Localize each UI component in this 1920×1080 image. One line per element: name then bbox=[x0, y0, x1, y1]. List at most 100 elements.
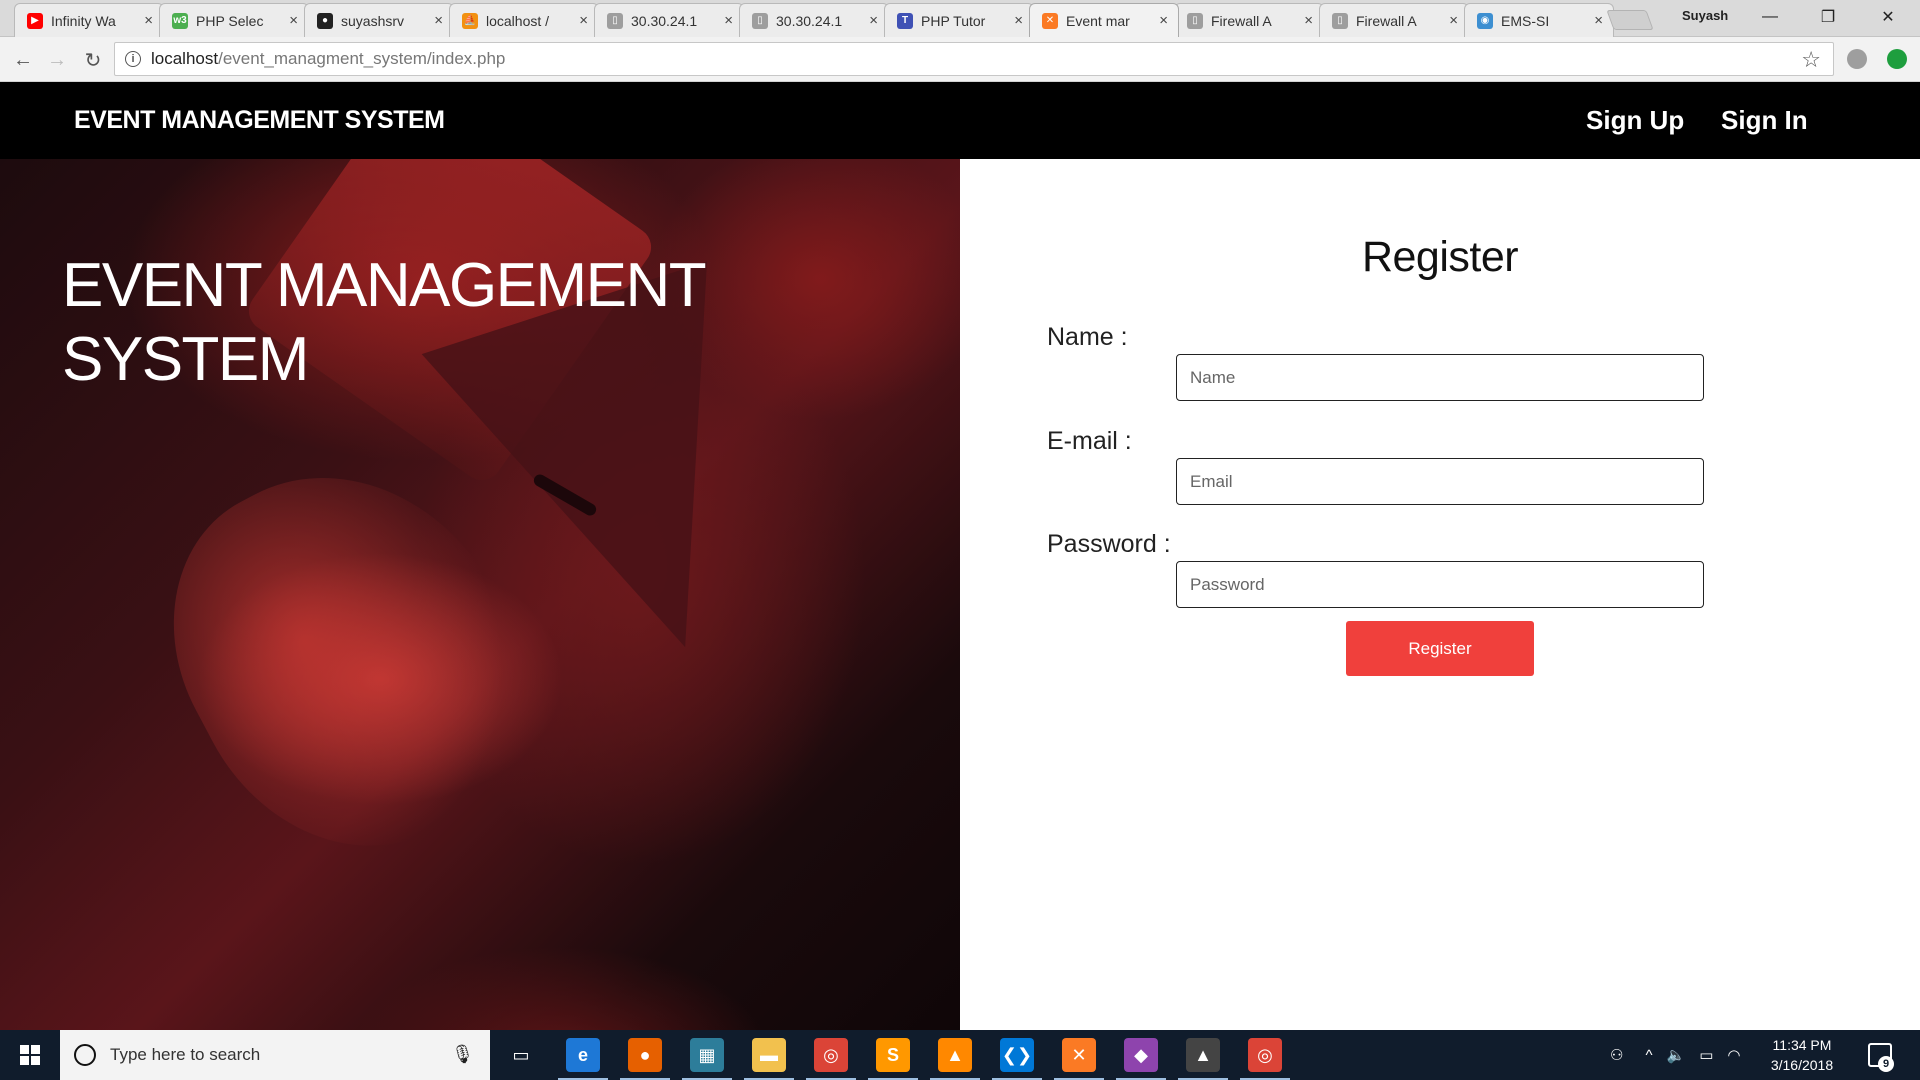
chrome-icon[interactable]: ◎ bbox=[1248, 1038, 1282, 1072]
register-heading: Register bbox=[1361, 233, 1519, 281]
tab-close-icon[interactable]: × bbox=[1304, 12, 1313, 29]
extension-update-icon[interactable] bbox=[1887, 49, 1907, 69]
tab-close-icon[interactable]: × bbox=[724, 12, 733, 29]
browser-tab[interactable]: ◉ EMS-SI × bbox=[1464, 3, 1614, 37]
tab-close-icon[interactable]: × bbox=[144, 12, 153, 29]
reload-button[interactable]: ↻ bbox=[78, 45, 108, 75]
git-icon[interactable]: ◆ bbox=[1124, 1038, 1158, 1072]
tutorial-icon: T bbox=[897, 12, 913, 29]
browser-tab[interactable]: w3 PHP Selec × bbox=[159, 3, 309, 37]
people-icon[interactable]: ⚇ bbox=[1610, 1046, 1623, 1064]
back-button[interactable]: ← bbox=[8, 45, 38, 75]
tab-title: suyashsrv bbox=[341, 12, 405, 29]
url-path: /event_managment_system/index.php bbox=[218, 49, 506, 68]
vscode-icon[interactable]: ❮❯ bbox=[1000, 1038, 1034, 1072]
tab-title: Firewall A bbox=[1211, 12, 1272, 29]
hero-image-panel: EVENT MANAGEMENT SYSTEM bbox=[0, 159, 960, 1030]
browser-tab[interactable]: ● suyashsrv × bbox=[304, 3, 454, 37]
tab-close-icon[interactable]: × bbox=[869, 12, 878, 29]
email-label: E-mail : bbox=[1047, 427, 1132, 455]
name-input[interactable] bbox=[1176, 354, 1704, 401]
sublime-icon[interactable]: S bbox=[876, 1038, 910, 1072]
xampp-icon: ✕ bbox=[1042, 12, 1058, 29]
tab-title: Event mar bbox=[1066, 12, 1130, 29]
github-icon: ● bbox=[317, 12, 333, 29]
tab-title: PHP Selec bbox=[196, 12, 264, 29]
task-view-icon[interactable]: ▭ bbox=[504, 1038, 538, 1072]
tab-close-icon[interactable]: × bbox=[579, 12, 588, 29]
register-panel: Register Name : E-mail : Password : Regi… bbox=[960, 159, 1920, 1030]
windows-taskbar: Type here to search 🎙 ▭ e ● ▦ ▬ ◎ S ▲ ❮❯ ✕ ◆ ▲ ◎ ⚇ ^… bbox=[0, 1030, 1920, 1080]
browser-tab[interactable]: ▯ Firewall A × bbox=[1174, 3, 1324, 37]
name-label: Name : bbox=[1047, 323, 1128, 351]
taskbar-clock[interactable]: 11:34 PM 3/16/2018 bbox=[1762, 1035, 1842, 1075]
tab-title: EMS-SI bbox=[1501, 12, 1550, 29]
brand-logo-text[interactable]: EVENT MANAGEMENT SYSTEM bbox=[74, 106, 445, 135]
signup-link[interactable]: Sign Up bbox=[1586, 105, 1684, 136]
register-button[interactable]: Register bbox=[1346, 621, 1534, 676]
photos-icon[interactable]: ▲ bbox=[1186, 1038, 1220, 1072]
browser-tab[interactable]: ▯ 30.30.24.1 × bbox=[594, 3, 744, 37]
edge-icon[interactable]: e bbox=[566, 1038, 600, 1072]
tab-close-icon[interactable]: × bbox=[1594, 12, 1603, 29]
windows-logo-icon bbox=[20, 1045, 40, 1065]
browser-tab-strip: ▶ Infinity Wa × w3 PHP Selec × ● suyashsrv × ⛵ loc… bbox=[0, 0, 1920, 37]
w3schools-icon: w3 bbox=[172, 12, 188, 29]
microphone-icon[interactable]: 🎙 bbox=[451, 1044, 474, 1065]
wifi-icon[interactable]: ◠ bbox=[1727, 1046, 1740, 1064]
tab-title: PHP Tutor bbox=[921, 12, 986, 29]
forward-button[interactable]: → bbox=[42, 45, 72, 75]
tab-title: 30.30.24.1 bbox=[631, 12, 698, 29]
tab-close-icon[interactable]: × bbox=[289, 12, 298, 29]
store-icon[interactable]: ▦ bbox=[690, 1038, 724, 1072]
clock-time: 11:34 PM bbox=[1772, 1037, 1832, 1053]
show-hidden-icons-icon[interactable]: ^ bbox=[1645, 1047, 1652, 1064]
drupal-icon: ◉ bbox=[1477, 12, 1493, 29]
browser-tab[interactable]: ▶ Infinity Wa × bbox=[14, 3, 164, 37]
profile-name[interactable]: Suyash bbox=[1682, 8, 1728, 23]
browser-tab[interactable]: ▯ Firewall A × bbox=[1319, 3, 1469, 37]
tab-close-icon[interactable]: × bbox=[434, 12, 443, 29]
tab-title: Firewall A bbox=[1356, 12, 1417, 29]
volume-icon[interactable]: 🔈 bbox=[1667, 1046, 1686, 1064]
page-icon: ▯ bbox=[752, 12, 768, 29]
xampp-icon[interactable]: ✕ bbox=[1062, 1038, 1096, 1072]
browser-tab[interactable]: ✕ Event mar × bbox=[1029, 3, 1179, 37]
page-icon: ▯ bbox=[607, 12, 623, 29]
browser-tab[interactable]: ▯ 30.30.24.1 × bbox=[739, 3, 889, 37]
cortana-icon bbox=[74, 1044, 96, 1066]
bookmark-star-icon[interactable]: ☆ bbox=[1801, 47, 1821, 73]
email-input[interactable] bbox=[1176, 458, 1704, 505]
clock-date: 3/16/2018 bbox=[1770, 1057, 1834, 1073]
tab-close-icon[interactable]: × bbox=[1449, 12, 1458, 29]
new-tab-button[interactable] bbox=[1606, 10, 1654, 30]
tab-title: localhost / bbox=[486, 12, 550, 29]
page-icon: ▯ bbox=[1332, 12, 1348, 29]
firefox-icon[interactable]: ● bbox=[628, 1038, 662, 1072]
file-explorer-icon[interactable]: ▬ bbox=[752, 1038, 786, 1072]
password-input[interactable] bbox=[1176, 561, 1704, 608]
battery-icon[interactable]: ▭ bbox=[1699, 1046, 1713, 1064]
vlc-icon[interactable]: ▲ bbox=[938, 1038, 972, 1072]
minimize-button[interactable]: — bbox=[1750, 4, 1790, 30]
extension-icon[interactable] bbox=[1847, 49, 1867, 69]
taskbar-search-box[interactable]: Type here to search 🎙 bbox=[60, 1030, 490, 1080]
tab-title: Infinity Wa bbox=[51, 12, 116, 29]
tab-close-icon[interactable]: × bbox=[1159, 12, 1168, 29]
restore-button[interactable]: ❐ bbox=[1808, 4, 1848, 30]
taskbar-search-placeholder: Type here to search bbox=[110, 1045, 261, 1064]
start-button[interactable] bbox=[0, 1030, 60, 1080]
phpmyadmin-icon: ⛵ bbox=[462, 12, 478, 29]
browser-tab[interactable]: T PHP Tutor × bbox=[884, 3, 1034, 37]
browser-toolbar: ← → ↻ i localhost/event_managment_system… bbox=[0, 37, 1920, 82]
url-host: localhost bbox=[151, 49, 219, 68]
tab-close-icon[interactable]: × bbox=[1014, 12, 1023, 29]
close-window-button[interactable]: ✕ bbox=[1868, 4, 1908, 30]
address-bar[interactable]: i localhost/event_managment_system/index… bbox=[114, 42, 1834, 76]
site-info-icon[interactable]: i bbox=[125, 51, 141, 67]
chrome-icon[interactable]: ◎ bbox=[814, 1038, 848, 1072]
password-label: Password : bbox=[1047, 530, 1171, 558]
browser-tab[interactable]: ⛵ localhost / × bbox=[449, 3, 599, 37]
tab-title: 30.30.24.1 bbox=[776, 12, 843, 29]
signin-link[interactable]: Sign In bbox=[1721, 105, 1808, 136]
